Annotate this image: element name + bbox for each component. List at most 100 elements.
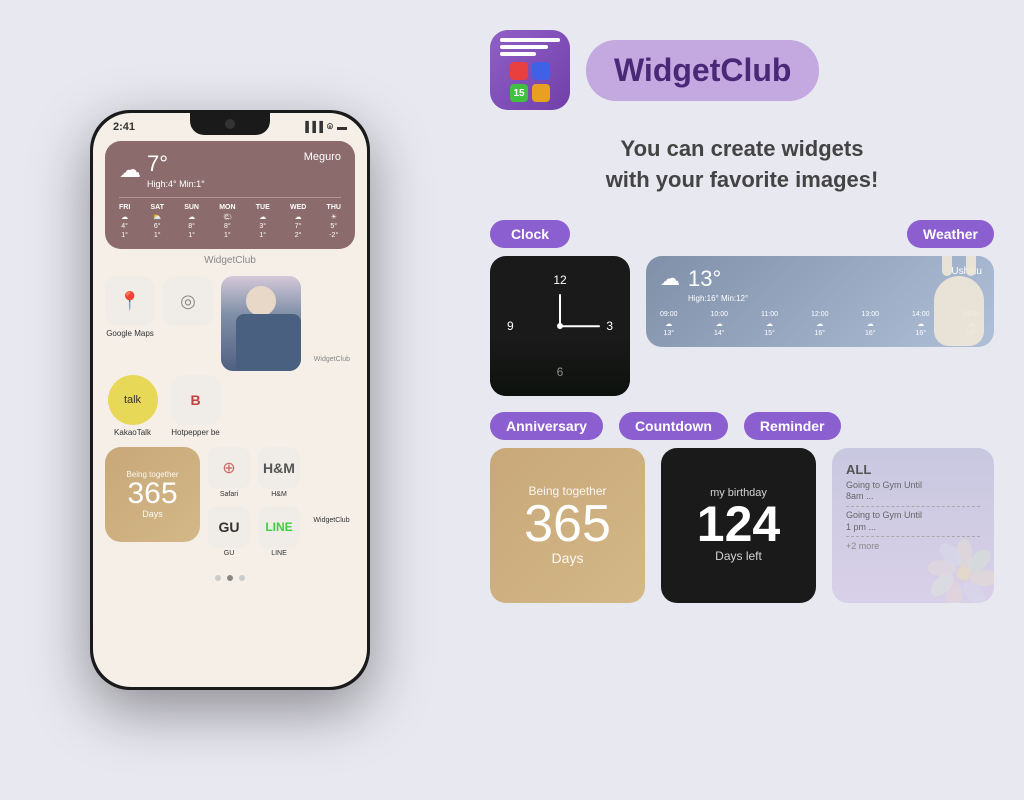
- cd-subtitle: Days left: [715, 549, 762, 563]
- clock-12: 12: [553, 273, 566, 287]
- weather-days-row: FRI ☁ 4° 1° SAT ⛅ 6° 1° SUN: [119, 197, 341, 239]
- phone-content: ☁ 7° High:4° Min:1° Meguro FRI ☁ 4°: [93, 137, 367, 597]
- weather-top: ☁ 7° High:4° Min:1° Meguro: [119, 151, 341, 189]
- phone-bottom-row: Being together 365 Days ⊕ Safari H&M: [105, 447, 355, 557]
- app-name-text: WidgetClub: [614, 52, 791, 89]
- google-maps-icon[interactable]: 📍: [105, 276, 155, 326]
- dot-2: [227, 575, 233, 581]
- weather-section: Weather ☁ 13° High:16° Min:12° Ushiku 09…: [646, 220, 994, 347]
- phone-location: Meguro: [304, 151, 341, 163]
- wp-highmin: High:16° Min:12°: [688, 294, 748, 303]
- reminder-preview: ALL Going to Gym Until8am ... Going to G…: [832, 448, 994, 603]
- insta-item: ◎: [163, 276, 213, 326]
- phone-anniversary-widget: Being together 365 Days: [105, 447, 200, 542]
- weather-day-mon: MON 🌤 8° 1°: [219, 204, 235, 239]
- weather-day-sun: SUN ☁ 8° 1°: [184, 204, 199, 239]
- cd-title: my birthday: [710, 487, 767, 499]
- hour-hand: [559, 294, 561, 326]
- google-maps-label: Google Maps: [106, 329, 154, 338]
- app-icons-row-2: talk KakaoTalk B Hotpepper be: [105, 375, 355, 437]
- bottom-widgets-row: Being together 365 Days my birthday 124 …: [490, 448, 994, 603]
- wp-temp: 13°: [688, 266, 721, 291]
- color-boxes: 15: [510, 62, 550, 102]
- right-panel: 15 WidgetClub You can create widgetswith…: [460, 0, 1024, 800]
- reminder-badge: Reminder: [744, 412, 841, 440]
- weather-badge-row: Weather: [646, 220, 994, 248]
- weather-day-tue: TUE ☁ 3° 1°: [256, 204, 270, 239]
- safari-label: Safari: [220, 491, 238, 498]
- anniversary-preview: Being together 365 Days: [490, 448, 645, 603]
- countdown-badge: Countdown: [619, 412, 728, 440]
- wp-hour-3: 11:00 ☁ 15°: [761, 311, 778, 337]
- wp-hour-1: 09:00 ☁ 13°: [660, 311, 678, 337]
- center-dot: [557, 323, 563, 329]
- page-dots: [105, 567, 355, 585]
- ap-being-together: Being together: [528, 484, 606, 498]
- hotpepper-label: Hotpepper be: [171, 428, 219, 437]
- widgetclub-bottom-item: WidgetClub: [308, 517, 355, 557]
- clock-badge: Clock: [490, 220, 570, 248]
- cd-number: 124: [697, 499, 780, 549]
- weather-left: ☁ 7° High:4° Min:1°: [119, 151, 205, 189]
- hm-icon[interactable]: H&M: [258, 447, 300, 489]
- dot-1: [215, 575, 221, 581]
- weather-day-sat: SAT ⛅ 6° 1°: [151, 204, 164, 239]
- reminder-item-1: Going to Gym Until8am ...: [846, 477, 980, 507]
- weather-badge: Weather: [907, 220, 994, 248]
- ap-days: Days: [552, 550, 584, 566]
- bunny-silhouette: [934, 276, 984, 346]
- safari-icon[interactable]: ⊕: [208, 447, 250, 489]
- kakao-label: KakaoTalk: [114, 428, 151, 437]
- weather-day-wed: WED ☁ 7° 2°: [290, 204, 306, 239]
- hotpepper-icon[interactable]: B: [171, 375, 221, 425]
- cloud-icon: ☁: [119, 157, 141, 183]
- widgetclub-bottom-label: WidgetClub: [313, 517, 349, 524]
- phone-temperature: 7°: [147, 151, 205, 177]
- line-label: LINE: [271, 550, 287, 557]
- status-icons: ▐▐▐ ⌾ ▬: [302, 122, 347, 133]
- hm-item: H&M H&M: [258, 447, 300, 498]
- wp-hour-4: 12:00 ☁ 16°: [811, 311, 829, 337]
- ap-number: 365: [524, 498, 611, 550]
- wp-hour-5: 13:00 ☁ 16°: [861, 311, 879, 337]
- line-item: LINE LINE: [258, 506, 300, 557]
- widgetclub-small-item: WidgetClub: [309, 276, 355, 363]
- clock-overlay: [490, 336, 630, 396]
- battery-icon: ▬: [337, 122, 347, 133]
- wp-cloud-icon: ☁: [660, 266, 680, 291]
- phone-mockup: 2:41 ▐▐▐ ⌾ ▬ ☁ 7° High:4°: [90, 110, 370, 690]
- clock-section: Clock 12 3 6 9: [490, 220, 630, 396]
- tagline: You can create widgetswith your favorite…: [490, 134, 994, 196]
- time-display: 2:41: [113, 121, 135, 133]
- widget-club-label-1: WidgetClub: [105, 255, 355, 266]
- bottom-category-badges: Anniversary Countdown Reminder: [490, 412, 994, 440]
- minute-hand: [560, 325, 600, 327]
- app-header: 15 WidgetClub: [490, 30, 994, 110]
- wp-top: ☁ 13° High:16° Min:12° Ushiku: [660, 266, 980, 303]
- phone-screen: 2:41 ▐▐▐ ⌾ ▬ ☁ 7° High:4°: [93, 113, 367, 687]
- gu-item: GU GU: [208, 506, 250, 557]
- phone-high-min: High:4° Min:1°: [147, 179, 205, 189]
- gu-icon[interactable]: GU: [208, 506, 250, 548]
- top-widgets-section: Clock 12 3 6 9 Weather: [490, 220, 994, 396]
- wp-hourly: 09:00 ☁ 13° 10:00 ☁ 14° 11:00 ☁ 15°: [660, 311, 980, 337]
- small-icons-grid: ⊕ Safari H&M H&M GU: [208, 447, 300, 557]
- countdown-preview: my birthday 124 Days left: [661, 448, 816, 603]
- widgetclub-small-label: WidgetClub: [314, 356, 350, 363]
- anniversary-badge: Anniversary: [490, 412, 603, 440]
- wifi-icon: ⌾: [327, 122, 333, 133]
- line-icon[interactable]: LINE: [258, 506, 300, 548]
- wp-hour-6: 14:00 ☁ 16°: [912, 311, 930, 337]
- kakao-icon[interactable]: talk: [108, 375, 158, 425]
- app-icons-row-1: 📍 Google Maps ◎ WidgetClub: [105, 276, 355, 371]
- weather-preview: ☁ 13° High:16° Min:12° Ushiku 09:00 ☁ 13…: [646, 256, 994, 347]
- safari-item: ⊕ Safari: [208, 447, 250, 498]
- clock-preview: 12 3 6 9: [490, 256, 630, 396]
- insta-icon[interactable]: ◎: [163, 276, 213, 326]
- hotpepper-item: B Hotpepper be: [168, 375, 223, 437]
- clock-3: 3: [606, 319, 613, 333]
- hm-label: H&M: [271, 491, 287, 498]
- camera-dot: [225, 119, 235, 129]
- weather-day-thu: THU ☀ 5° -2°: [327, 204, 341, 239]
- flower-decoration: [924, 533, 994, 603]
